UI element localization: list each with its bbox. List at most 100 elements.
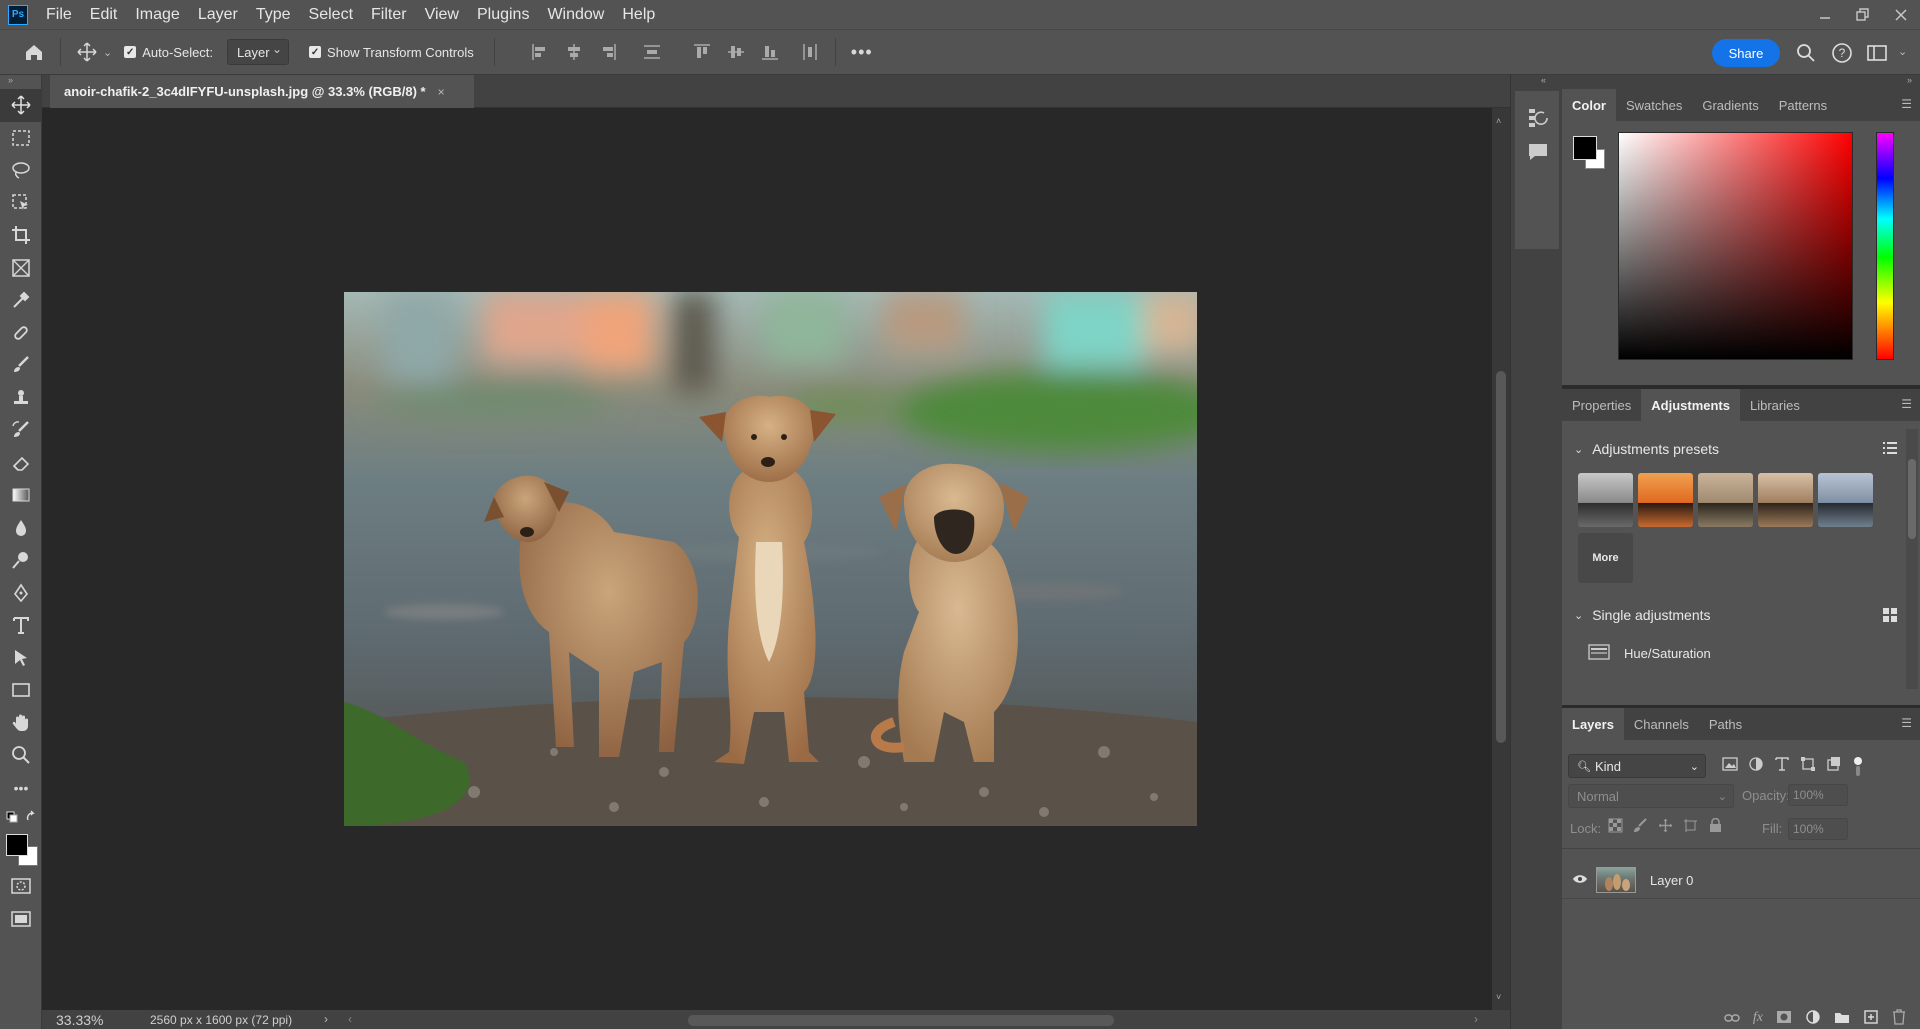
- menu-image[interactable]: Image: [126, 0, 188, 29]
- menu-window[interactable]: Window: [538, 0, 613, 29]
- auto-select-checkbox[interactable]: ✓ Auto-Select:: [124, 45, 213, 60]
- close-icon[interactable]: [1882, 0, 1920, 29]
- type-tool-icon[interactable]: [0, 609, 42, 642]
- document-tab[interactable]: anoir-chafik-2_3c4dIFYFU-unsplash.jpg @ …: [50, 75, 474, 108]
- tab-gradients[interactable]: Gradients: [1692, 89, 1768, 121]
- layer-filter-kind[interactable]: 🔍︎ Kind ⌄: [1568, 754, 1706, 778]
- panel-menu-icon[interactable]: ☰: [1901, 97, 1912, 111]
- panel-scroll-thumb[interactable]: [1908, 459, 1916, 539]
- opacity-field[interactable]: 100%: [1788, 784, 1848, 806]
- fx-icon[interactable]: fx: [1753, 1010, 1763, 1026]
- layer-row[interactable]: Layer 0: [1562, 862, 1920, 898]
- preset-thumbnail[interactable]: [1818, 473, 1873, 527]
- show-transform-checkbox[interactable]: ✓ Show Transform Controls: [309, 45, 474, 60]
- adjustment-hue-saturation[interactable]: Hue/Saturation: [1562, 633, 1920, 673]
- chevron-down-icon[interactable]: ⌄: [103, 46, 112, 59]
- menu-type[interactable]: Type: [247, 0, 300, 29]
- delete-layer-icon[interactable]: [1892, 1008, 1906, 1028]
- hand-tool-icon[interactable]: [0, 707, 42, 740]
- screen-mode-icon[interactable]: [0, 903, 42, 936]
- menu-plugins[interactable]: Plugins: [468, 0, 538, 29]
- close-tab-icon[interactable]: ×: [438, 85, 445, 99]
- healing-brush-tool-icon[interactable]: [0, 317, 42, 350]
- menu-edit[interactable]: Edit: [81, 0, 127, 29]
- lock-all-icon[interactable]: [1708, 817, 1723, 836]
- checkbox-checked-icon[interactable]: ✓: [124, 46, 137, 58]
- filter-adjustment-icon[interactable]: [1748, 756, 1764, 781]
- panel-menu-icon[interactable]: ☰: [1901, 397, 1912, 411]
- menu-layer[interactable]: Layer: [189, 0, 247, 29]
- tab-adjustments[interactable]: Adjustments: [1641, 389, 1740, 421]
- move-tool-icon[interactable]: [0, 89, 42, 122]
- help-icon[interactable]: ?: [1826, 37, 1858, 69]
- chevron-down-icon[interactable]: ⌄: [1898, 45, 1907, 69]
- scroll-left-icon[interactable]: ‹: [348, 1012, 352, 1026]
- zoom-tool-icon[interactable]: [0, 739, 42, 772]
- lasso-tool-icon[interactable]: [0, 154, 42, 187]
- collapse-dock-icon[interactable]: «: [1541, 75, 1546, 85]
- tab-color[interactable]: Color: [1562, 89, 1616, 121]
- align-middle-vertical-icon[interactable]: [721, 37, 751, 67]
- filter-shape-icon[interactable]: [1800, 756, 1816, 781]
- tab-channels[interactable]: Channels: [1624, 708, 1699, 740]
- rectangle-tool-icon[interactable]: [0, 674, 42, 707]
- path-selection-tool-icon[interactable]: [0, 642, 42, 675]
- tab-swatches[interactable]: Swatches: [1616, 89, 1692, 121]
- object-selection-tool-icon[interactable]: [0, 187, 42, 220]
- menu-select[interactable]: Select: [300, 0, 362, 29]
- adjustment-layer-icon[interactable]: [1805, 1009, 1821, 1028]
- checkbox-checked-icon[interactable]: ✓: [309, 46, 322, 58]
- scroll-right-icon[interactable]: ›: [1474, 1012, 1478, 1026]
- color-swatches[interactable]: [0, 830, 41, 870]
- lock-artboard-icon[interactable]: [1683, 818, 1698, 836]
- dodge-tool-icon[interactable]: [0, 544, 42, 577]
- collapse-icon[interactable]: »: [0, 75, 41, 89]
- preset-thumbnail[interactable]: [1638, 473, 1693, 527]
- hue-slider[interactable]: [1876, 132, 1894, 360]
- filter-type-icon[interactable]: [1774, 756, 1790, 781]
- lock-position-icon[interactable]: [1658, 818, 1673, 836]
- adjustments-presets-header[interactable]: ⌄ Adjustments presets: [1562, 431, 1920, 467]
- filter-pixel-icon[interactable]: [1722, 756, 1738, 781]
- minimize-icon[interactable]: [1806, 0, 1844, 29]
- restore-icon[interactable]: [1844, 0, 1882, 29]
- color-field[interactable]: [1618, 132, 1853, 360]
- swap-colors-icon[interactable]: [0, 804, 42, 830]
- eyedropper-tool-icon[interactable]: [0, 284, 42, 317]
- move-tool-preset-icon[interactable]: [71, 36, 103, 68]
- tab-layers[interactable]: Layers: [1562, 708, 1624, 740]
- list-view-icon[interactable]: [1882, 440, 1898, 459]
- tab-paths[interactable]: Paths: [1699, 708, 1752, 740]
- search-icon[interactable]: [1790, 37, 1822, 69]
- preset-thumbnail[interactable]: [1758, 473, 1813, 527]
- align-bottom-icon[interactable]: [755, 37, 785, 67]
- align-right-icon[interactable]: [593, 37, 623, 67]
- auto-select-dropdown[interactable]: Layer: [227, 39, 290, 65]
- horizontal-scroll-thumb[interactable]: [688, 1015, 1114, 1026]
- scroll-down-icon[interactable]: ˅: [1496, 992, 1501, 1002]
- lock-transparent-pixels-icon[interactable]: [1608, 818, 1623, 836]
- foreground-color-chip[interactable]: [1573, 136, 1597, 160]
- align-center-horizontal-icon[interactable]: [559, 37, 589, 67]
- add-mask-icon[interactable]: [1776, 1010, 1792, 1027]
- more-tools-icon[interactable]: •••: [0, 772, 42, 805]
- scroll-up-icon[interactable]: ˄: [1496, 116, 1501, 126]
- history-icon[interactable]: [1527, 107, 1549, 132]
- eraser-tool-icon[interactable]: [0, 447, 42, 480]
- status-chevron-right-icon[interactable]: ›: [324, 1012, 328, 1026]
- grid-view-icon[interactable]: [1882, 607, 1898, 626]
- pen-tool-icon[interactable]: [0, 577, 42, 610]
- filter-smart-object-icon[interactable]: [1826, 756, 1842, 781]
- blur-tool-icon[interactable]: [0, 512, 42, 545]
- more-presets-button[interactable]: More: [1578, 533, 1633, 583]
- marquee-tool-icon[interactable]: [0, 122, 42, 155]
- distribute-vertical-icon[interactable]: [637, 37, 667, 67]
- frame-tool-icon[interactable]: [0, 252, 42, 285]
- chevron-down-icon[interactable]: ⌄: [1574, 609, 1583, 622]
- crop-tool-icon[interactable]: [0, 219, 42, 252]
- clone-stamp-tool-icon[interactable]: [0, 382, 42, 415]
- lock-image-pixels-icon[interactable]: [1633, 818, 1648, 836]
- menu-file[interactable]: File: [37, 0, 81, 29]
- canvas-area[interactable]: [42, 108, 1492, 1010]
- new-group-icon[interactable]: [1834, 1010, 1850, 1027]
